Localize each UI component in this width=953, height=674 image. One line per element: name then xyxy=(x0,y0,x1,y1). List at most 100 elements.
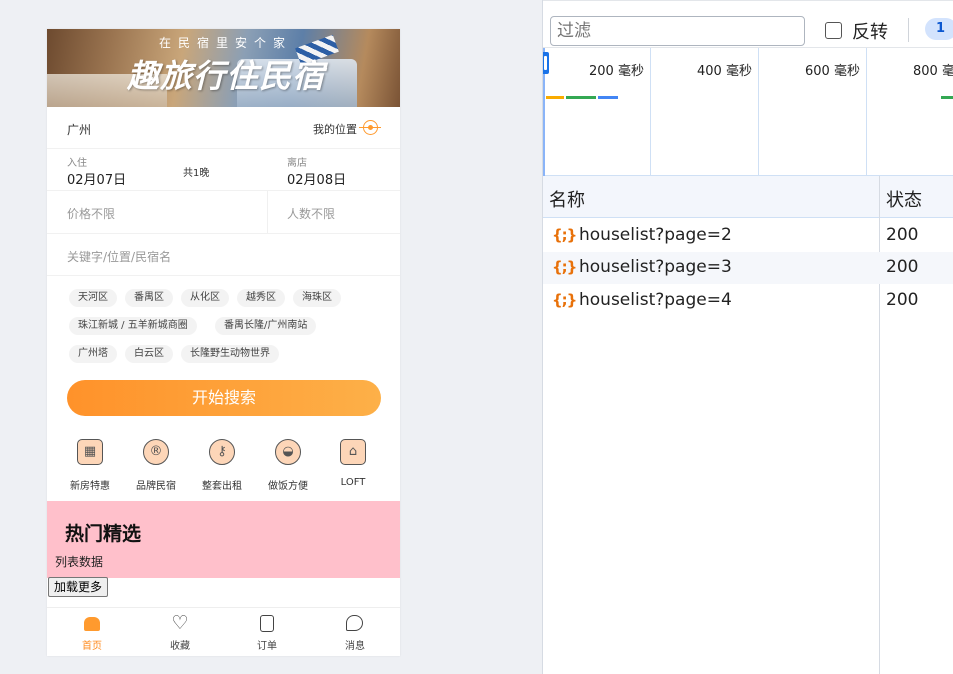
icon-glyph: ▦ xyxy=(83,444,97,459)
people-filter[interactable]: 人数不限 xyxy=(287,205,335,222)
city-row[interactable]: 广州 我的位置 xyxy=(47,107,400,149)
request-status: 200 xyxy=(886,290,919,310)
hot-area-tag[interactable]: 番禺区 xyxy=(125,289,173,307)
category-cooking[interactable]: ◒ 做饭方便 xyxy=(258,436,318,492)
timeline-label: 400 毫秒 xyxy=(697,64,752,79)
timeline-request-bar xyxy=(598,96,618,99)
mobile-app-frame: 在民宿里安个家 趣旅行住民宿 广州 我的位置 入住 02月07日 共1晚 离店 … xyxy=(47,29,400,656)
load-more-button[interactable]: 加载更多 xyxy=(48,577,109,597)
home-shape xyxy=(84,617,100,631)
hot-area-tag[interactable]: 珠江新城 / 五羊新城商圈 xyxy=(69,317,197,335)
order-icon xyxy=(257,614,277,634)
network-toolbar: 反转 1 xyxy=(543,0,953,48)
request-status: 200 xyxy=(886,257,919,277)
tab-favorites[interactable]: ♡ 收藏 xyxy=(150,612,210,653)
timeline-label: 800 毫秒 xyxy=(913,64,953,79)
name-column-header[interactable]: 名称 xyxy=(549,186,585,212)
tab-label: 首页 xyxy=(82,641,102,652)
hot-area-tag[interactable]: 广州塔 xyxy=(69,345,117,363)
city-name[interactable]: 广州 xyxy=(67,121,91,138)
xhr-icon: {;} xyxy=(552,226,577,244)
key-icon: ⚷ xyxy=(209,439,235,465)
cooking-pot-icon: ◒ xyxy=(275,439,301,465)
hot-picks-title: 热门精选 xyxy=(65,523,142,545)
devtools-network-panel: 反转 1 200 毫秒 400 毫秒 600 毫秒 800 毫秒 名称 状态 {… xyxy=(542,0,953,674)
hot-area-tag[interactable]: 天河区 xyxy=(69,289,117,307)
category-brand[interactable]: ® 品牌民宿 xyxy=(126,436,186,492)
list-data-text: 列表数据 xyxy=(55,555,104,569)
keyword-search-field[interactable]: 关键字/位置/民宿名 xyxy=(47,234,400,276)
banner-subtitle: 在民宿里安个家 xyxy=(159,36,293,50)
message-icon xyxy=(345,614,365,634)
message-shape xyxy=(346,615,363,631)
checkout-label: 离店 xyxy=(287,158,307,169)
hot-area-tag[interactable]: 长隆野生动物世界 xyxy=(181,345,279,363)
category-new-house[interactable]: ▦ 新房特惠 xyxy=(60,436,120,492)
filter-input[interactable] xyxy=(550,16,805,46)
icon-glyph: ◒ xyxy=(282,444,294,459)
hot-picks-section: 热门精选 列表数据 xyxy=(47,501,400,578)
hot-area-tag[interactable]: 番禺长隆/广州南站 xyxy=(215,317,317,335)
date-row[interactable]: 入住 02月07日 共1晚 离店 02月08日 xyxy=(47,149,400,191)
icon-glyph: ⚷ xyxy=(217,444,227,459)
timeline-label: 200 毫秒 xyxy=(589,64,644,79)
hot-area-tag[interactable]: 白云区 xyxy=(125,345,173,363)
home-icon xyxy=(82,614,102,634)
hot-area-tag[interactable]: 越秀区 xyxy=(237,289,285,307)
tab-orders[interactable]: 订单 xyxy=(237,614,297,652)
icon-glyph: ⌂ xyxy=(348,444,358,459)
request-name[interactable]: houselist?page=4 xyxy=(579,290,732,310)
tab-label: 订单 xyxy=(257,641,277,652)
category-label: 做饭方便 xyxy=(268,481,308,492)
keyword-placeholder[interactable]: 关键字/位置/民宿名 xyxy=(67,248,171,265)
request-table-header: 名称 状态 xyxy=(543,176,953,218)
request-name[interactable]: houselist?page=3 xyxy=(579,257,732,277)
network-timeline-overview[interactable]: 200 毫秒 400 毫秒 600 毫秒 800 毫秒 xyxy=(543,48,953,176)
timeline-label: 600 毫秒 xyxy=(805,64,860,79)
request-name[interactable]: houselist?page=2 xyxy=(579,225,732,245)
toolbar-separator xyxy=(908,18,909,42)
invert-checkbox[interactable] xyxy=(825,22,842,39)
nights-count: 共1晚 xyxy=(183,168,210,179)
hot-area-tag[interactable]: 从化区 xyxy=(181,289,229,307)
checkout-date[interactable]: 02月08日 xyxy=(287,169,346,188)
category-loft[interactable]: ⌂ LOFT xyxy=(323,436,383,488)
category-whole-rent[interactable]: ⚷ 整套出租 xyxy=(192,436,252,492)
tab-label: 收藏 xyxy=(170,641,190,652)
new-house-icon: ▦ xyxy=(77,439,103,465)
timeline-request-bar xyxy=(941,96,953,99)
hot-area-tag[interactable]: 海珠区 xyxy=(293,289,341,307)
request-status: 200 xyxy=(886,225,919,245)
icon-glyph: ® xyxy=(149,444,163,459)
category-label: LOFT xyxy=(340,477,366,488)
price-filter[interactable]: 价格不限 xyxy=(67,205,115,222)
xhr-icon: {;} xyxy=(552,291,577,309)
tab-label: 消息 xyxy=(345,641,365,652)
status-column-header[interactable]: 状态 xyxy=(886,186,922,212)
brand-icon: ® xyxy=(143,439,169,465)
location-target-icon[interactable] xyxy=(359,120,381,135)
filter-row: 价格不限 人数不限 xyxy=(47,191,400,234)
timeline-request-bar xyxy=(566,96,596,99)
xhr-icon: {;} xyxy=(552,258,577,276)
issues-badge[interactable]: 1 xyxy=(925,18,953,40)
filter-divider xyxy=(267,191,268,233)
order-shape xyxy=(260,615,274,632)
category-label: 品牌民宿 xyxy=(136,481,176,492)
bottom-tab-bar: 首页 ♡ 收藏 订单 消息 xyxy=(47,607,400,656)
my-location-label[interactable]: 我的位置 xyxy=(313,121,357,137)
heart-icon: ♡ xyxy=(171,612,189,634)
tab-home[interactable]: 首页 xyxy=(62,614,122,652)
checkin-date[interactable]: 02月07日 xyxy=(67,169,126,188)
loft-icon: ⌂ xyxy=(340,439,366,465)
banner-title: 趣旅行住民宿 xyxy=(127,57,326,95)
start-search-button[interactable]: 开始搜索 xyxy=(67,380,381,416)
banner-image: 在民宿里安个家 趣旅行住民宿 xyxy=(47,29,400,107)
request-row[interactable]: {;} houselist?page=3 200 xyxy=(543,252,953,284)
category-label: 整套出租 xyxy=(202,481,242,492)
timeline-request-bar xyxy=(546,96,564,99)
request-row[interactable]: {;} houselist?page=2 200 xyxy=(543,220,953,252)
tab-messages[interactable]: 消息 xyxy=(325,614,385,652)
request-row[interactable]: {;} houselist?page=4 200 xyxy=(543,285,953,317)
invert-label[interactable]: 反转 xyxy=(852,18,888,44)
